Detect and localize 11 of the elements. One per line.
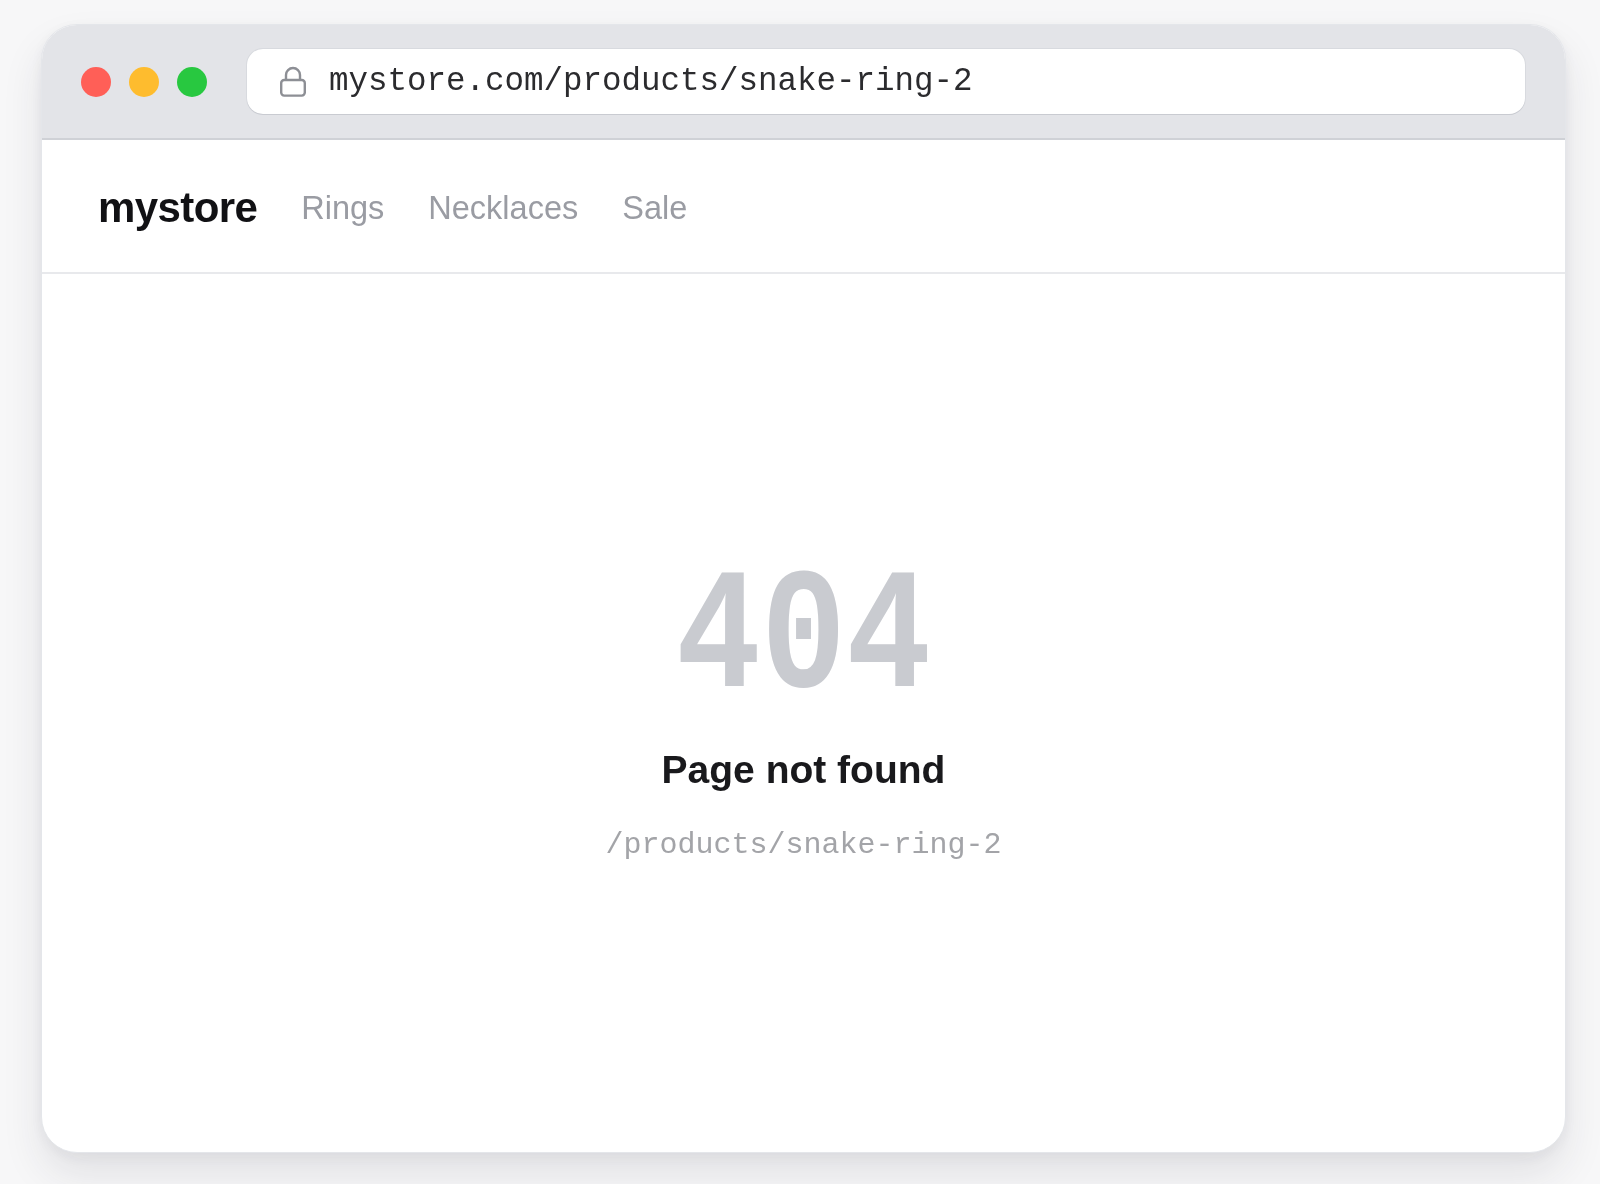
nav-link[interactable]: Sale: [622, 189, 688, 227]
nav-link[interactable]: Necklaces: [428, 189, 579, 227]
error-path: /products/snake-ring-2: [605, 827, 1002, 862]
url-text: mystore.com/products/snake-ring-2: [329, 63, 973, 100]
address-bar[interactable]: mystore.com/products/snake-ring-2: [247, 49, 1525, 114]
error-title: Page not found: [661, 747, 946, 792]
nav-link[interactable]: Rings: [301, 189, 385, 227]
window-control[interactable]: [177, 66, 207, 97]
window-control[interactable]: [81, 66, 111, 97]
window-control[interactable]: [129, 66, 159, 97]
store-logo[interactable]: mystore: [98, 184, 258, 232]
